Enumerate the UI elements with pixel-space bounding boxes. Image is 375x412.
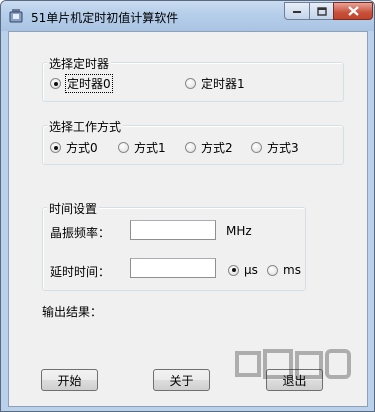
maximize-button[interactable]	[309, 2, 334, 20]
timer-group-label: 选择定时器	[47, 55, 112, 72]
timer1-radio[interactable]: 定时器1	[185, 75, 245, 92]
mode1-radio-button[interactable]	[118, 142, 129, 153]
close-icon	[347, 6, 359, 16]
mode-group: 选择工作方式 方式0 方式1 方式2 方式3	[42, 118, 344, 165]
mode2-label: 方式2	[201, 141, 233, 155]
timer-group: 选择定时器 定时器0 定时器1	[42, 55, 344, 102]
unit-ms-radio[interactable]: ms	[267, 263, 301, 277]
crystal-label: 晶振频率：	[50, 226, 111, 240]
timer0-radio-button[interactable]	[50, 78, 61, 89]
delay-label: 延时时间：	[50, 265, 111, 279]
time-group: 时间设置 晶振频率： MHz 延时时间： μs ms	[42, 200, 306, 291]
mode0-radio-button[interactable]	[50, 142, 61, 153]
timer1-label: 定时器1	[201, 77, 245, 91]
close-button[interactable]	[333, 2, 373, 20]
mode3-label: 方式3	[267, 141, 299, 155]
minimize-button[interactable]	[284, 2, 310, 20]
mode1-radio[interactable]: 方式1	[118, 139, 166, 156]
minimize-icon	[293, 11, 301, 13]
watermark-logo-icon	[235, 349, 351, 379]
mode0-label: 方式0	[66, 141, 98, 155]
crystal-input[interactable]	[130, 220, 216, 240]
mode1-label: 方式1	[134, 141, 166, 155]
unit-ms-label: ms	[283, 263, 301, 277]
mode-group-label: 选择工作方式	[47, 118, 124, 135]
timer0-radio[interactable]: 定时器0	[50, 74, 113, 93]
title-bar[interactable]: 51单片机定时初值计算软件	[1, 1, 374, 31]
about-button[interactable]: 关于	[153, 369, 210, 391]
unit-us-label: μs	[244, 263, 258, 277]
time-group-label: 时间设置	[47, 200, 100, 217]
unit-us-radio[interactable]: μs	[228, 263, 258, 277]
unit-us-radio-button[interactable]	[228, 264, 239, 276]
mode2-radio[interactable]: 方式2	[185, 139, 233, 156]
result-label: 输出结果：	[42, 305, 103, 319]
maximize-icon	[316, 6, 327, 16]
timer1-radio-button[interactable]	[185, 78, 196, 89]
crystal-unit: MHz	[226, 224, 252, 238]
mode3-radio[interactable]: 方式3	[251, 139, 299, 156]
delay-input[interactable]	[130, 258, 216, 278]
start-button[interactable]: 开始	[41, 369, 98, 391]
window-title: 51单片机定时初值计算软件	[31, 11, 179, 25]
app-window: 51单片机定时初值计算软件 选择定时器 定时器0 定时器1 选择工作方式 方式0…	[0, 0, 375, 412]
mode3-radio-button[interactable]	[251, 142, 262, 153]
unit-ms-radio-button[interactable]	[267, 264, 278, 276]
timer0-label: 定时器0	[65, 74, 113, 93]
mode2-radio-button[interactable]	[185, 142, 196, 153]
mode0-radio[interactable]: 方式0	[50, 139, 98, 156]
app-icon	[9, 9, 23, 23]
